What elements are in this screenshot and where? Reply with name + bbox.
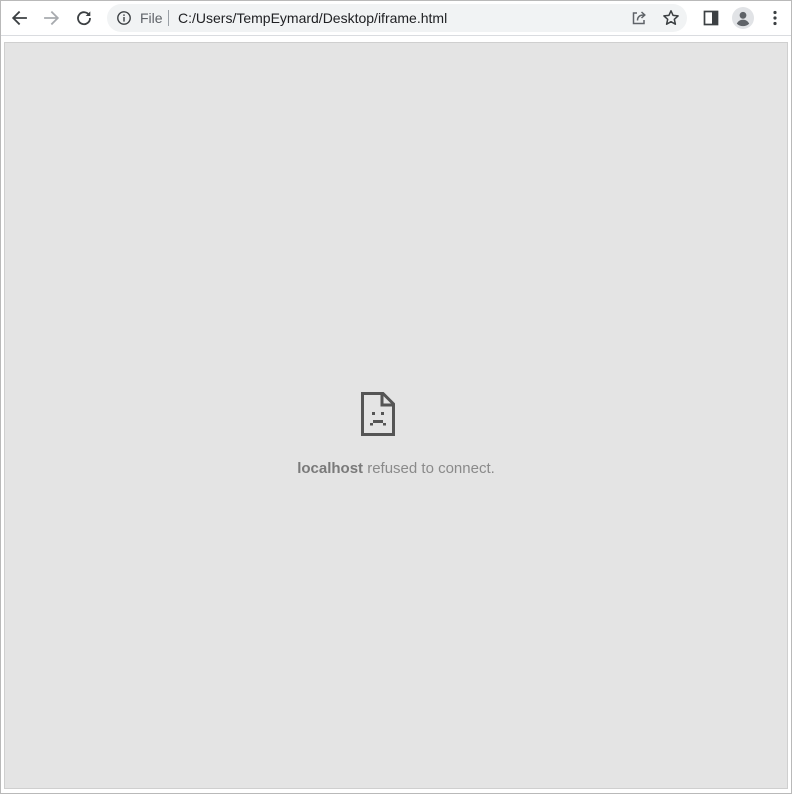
error-host: localhost [297, 460, 364, 477]
share-icon [632, 11, 646, 25]
error-text: refused to connect. [363, 460, 495, 477]
forward-button[interactable] [38, 4, 66, 32]
url-text[interactable]: C:/Users/TempEymard/Desktop/iframe.html [178, 10, 447, 26]
reload-button[interactable] [70, 4, 98, 32]
reload-icon [77, 11, 91, 26]
arrow-left-icon [11, 10, 27, 26]
omnibox-divider [168, 10, 169, 26]
info-circle-icon[interactable] [116, 10, 132, 26]
arrow-right-icon [44, 10, 60, 26]
side-panel-button[interactable] [697, 4, 725, 32]
side-panel-icon [703, 10, 719, 26]
page-content: localhost refused to connect. [1, 36, 791, 793]
share-button[interactable] [628, 7, 650, 29]
browser-toolbar: File C:/Users/TempEymard/Desktop/iframe.… [1, 1, 791, 36]
url-scheme-label: File [140, 10, 163, 26]
iframe-frame[interactable]: localhost refused to connect. [4, 42, 788, 789]
browser-window: File C:/Users/TempEymard/Desktop/iframe.… [0, 0, 792, 794]
error-message: localhost refused to connect. [5, 460, 787, 478]
address-bar[interactable]: File C:/Users/TempEymard/Desktop/iframe.… [107, 4, 687, 32]
profile-button[interactable] [729, 4, 757, 32]
kebab-menu-icon [773, 10, 777, 26]
bookmark-button[interactable] [660, 7, 682, 29]
sad-document-icon [361, 392, 395, 436]
browser-menu-button[interactable] [761, 4, 789, 32]
back-button[interactable] [5, 4, 33, 32]
star-icon [663, 10, 679, 25]
profile-avatar-icon [732, 7, 754, 29]
